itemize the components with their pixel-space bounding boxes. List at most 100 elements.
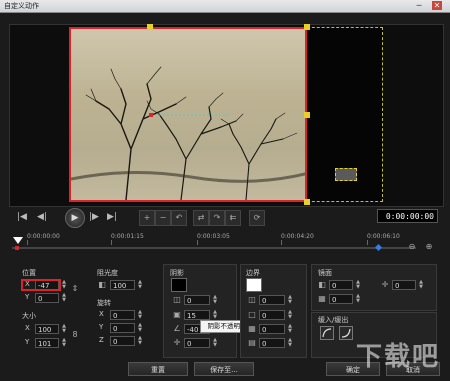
border-stepper-4[interactable]: ▲ ▼ <box>287 338 293 348</box>
opacity-icon: ◧ <box>98 280 106 289</box>
top-handle[interactable] <box>147 24 153 30</box>
ease-label: 缓入/缓出 <box>318 316 349 324</box>
border-field-3[interactable]: 0 <box>259 324 285 334</box>
skip-end-icon[interactable]: ▶| <box>105 210 119 224</box>
shadow-angle-icon: ∠ <box>173 324 181 333</box>
rotation-x-field[interactable]: 0 <box>110 310 135 320</box>
border-width-icon: ◫ <box>248 295 256 304</box>
mirror-field-1[interactable]: 0 <box>329 280 353 290</box>
close-button[interactable]: ✕ <box>432 1 442 10</box>
rotation-z-stepper[interactable]: ▲ ▼ <box>137 336 143 346</box>
tick <box>111 240 112 245</box>
keyframe-start[interactable] <box>15 246 19 250</box>
tick <box>367 240 368 245</box>
border-field-1[interactable]: 0 <box>259 295 285 305</box>
reverse-icon[interactable]: ⇇ <box>225 210 241 226</box>
tick <box>197 240 198 245</box>
play-icon[interactable]: ▶ <box>65 208 85 228</box>
playhead-marker[interactable] <box>13 237 23 244</box>
opacity-stepper[interactable]: ▲ ▼ <box>137 280 143 290</box>
shadow-label: 阴影 <box>170 269 184 277</box>
position-label: 位置 <box>22 269 36 277</box>
shadow-color-swatch[interactable] <box>171 278 187 292</box>
rotation-y-label: Y <box>99 323 104 331</box>
bottom-right-handle[interactable] <box>304 199 310 205</box>
shadow-blur-icon: ▣ <box>173 310 181 319</box>
tick <box>281 240 282 245</box>
add-keyframe-icon[interactable]: + <box>139 210 155 226</box>
size-y-field[interactable]: 101 <box>35 338 59 348</box>
skip-start-icon[interactable]: |◀ <box>15 210 29 224</box>
shadow-opacity-icon: ◫ <box>173 295 181 304</box>
border-field-4[interactable]: 0 <box>259 338 285 348</box>
ease-out-icon <box>341 328 351 338</box>
tick-label: 0:00:00:00 <box>27 233 60 240</box>
mirror-field-3[interactable]: 0 <box>329 294 353 304</box>
rotation-z-field[interactable]: 0 <box>110 336 135 346</box>
right-handle[interactable] <box>304 112 310 118</box>
mirror-field-2[interactable]: 0 <box>392 280 416 290</box>
zoom-out-icon[interactable]: ⊖ <box>407 242 417 252</box>
border-stepper-1[interactable]: ▲ ▼ <box>287 295 293 305</box>
tick-label: 0:00:06:10 <box>367 233 400 240</box>
shadow-field-2[interactable]: 15 <box>184 310 210 320</box>
rotation-y-stepper[interactable]: ▲ ▼ <box>137 323 143 333</box>
mirror-label: 镜面 <box>318 269 332 277</box>
swap-icon[interactable]: ⇄ <box>193 210 209 226</box>
mirror-distance-icon: ✛ <box>381 280 389 289</box>
ease-out-button[interactable] <box>339 326 353 340</box>
rotation-x-stepper[interactable]: ▲ ▼ <box>137 310 143 320</box>
shadow-stepper-1[interactable]: ▲ ▼ <box>212 295 218 305</box>
timeline-ruler[interactable]: 0:00:00:00 0:00:01:15 0:00:03:05 0:00:04… <box>9 233 429 245</box>
link-arrows-icon[interactable]: ⇕ <box>70 284 80 294</box>
rotation-z-label: Z <box>99 336 104 344</box>
step-forward-icon[interactable]: |▶ <box>87 210 101 224</box>
shadow-field-1[interactable]: 0 <box>184 295 210 305</box>
position-y-label: Y <box>25 293 30 301</box>
border-color-swatch[interactable] <box>246 278 262 292</box>
lock-ratio-icon[interactable]: 8 <box>70 330 80 340</box>
opacity-field[interactable]: 100 <box>110 280 135 290</box>
save-to-button[interactable]: 保存至... <box>194 362 254 376</box>
minimize-button[interactable]: ─ <box>414 1 424 10</box>
size-x-stepper[interactable]: ▲ ▼ <box>61 324 67 334</box>
watermark-text: 下载吧 <box>356 342 441 372</box>
position-x-stepper[interactable]: ▲ ▼ <box>61 280 67 290</box>
size-x-field[interactable]: 100 <box>35 324 59 334</box>
reset-button[interactable]: 重置 <box>128 362 188 376</box>
rotation-y-field[interactable]: 0 <box>110 323 135 333</box>
redo-icon[interactable]: ↷ <box>209 210 225 226</box>
shadow-field-4[interactable]: 0 <box>184 338 210 348</box>
position-y-field[interactable]: 0 <box>35 293 59 303</box>
mirror-stepper-2[interactable]: ▲ ▼ <box>418 280 424 290</box>
border-field-2[interactable]: 0 <box>259 310 285 320</box>
timeline-track[interactable] <box>12 247 416 249</box>
tick-label: 0:00:04:20 <box>281 233 314 240</box>
border-stepper-2[interactable]: ▲ ▼ <box>287 310 293 320</box>
size-y-stepper[interactable]: ▲ ▼ <box>61 338 67 348</box>
overlay-image[interactable] <box>69 27 307 202</box>
remove-keyframe-icon[interactable]: − <box>155 210 171 226</box>
size-y-label: Y <box>25 338 30 346</box>
undo-icon[interactable]: ↶ <box>171 210 187 226</box>
ease-in-button[interactable] <box>320 326 334 340</box>
corner-handle[interactable] <box>304 24 310 30</box>
border-blur-icon: ▦ <box>248 324 256 333</box>
mirror-stepper-3[interactable]: ▲ ▼ <box>355 294 361 304</box>
position-y-stepper[interactable]: ▲ ▼ <box>61 293 67 303</box>
opacity-label: 阻光度 <box>97 269 118 277</box>
border-stepper-3[interactable]: ▲ ▼ <box>287 324 293 334</box>
trees-image <box>71 66 305 200</box>
mirror-stepper-1[interactable]: ▲ ▼ <box>355 280 361 290</box>
step-back-icon[interactable]: ◀| <box>35 210 49 224</box>
zoom-in-icon[interactable]: ⊕ <box>424 242 434 252</box>
timecode-display[interactable]: 0:00:00:00 <box>377 209 438 223</box>
window-title: 自定义动作 <box>4 2 39 10</box>
anchor-point[interactable] <box>149 113 153 117</box>
shadow-stepper-4[interactable]: ▲ ▼ <box>212 338 218 348</box>
size-label: 大小 <box>22 312 36 320</box>
small-target-box[interactable] <box>335 168 357 181</box>
refresh-icon[interactable]: ⟳ <box>249 210 265 226</box>
shadow-stepper-2[interactable]: ▲ ▼ <box>212 310 218 320</box>
keyframe-end[interactable] <box>374 243 383 252</box>
